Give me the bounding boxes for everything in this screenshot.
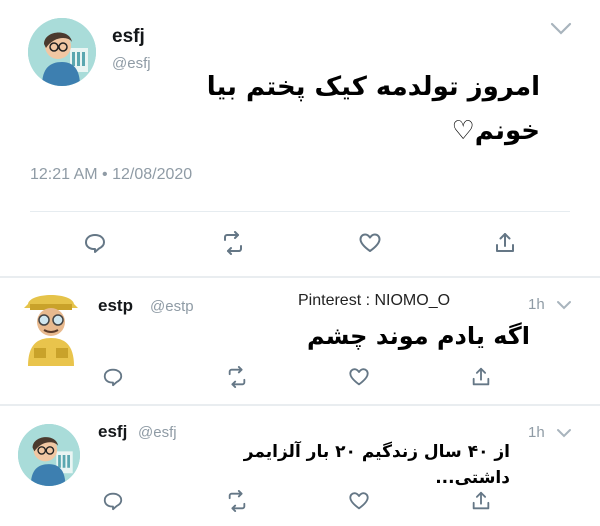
like-icon [359, 233, 381, 252]
retweet-icon [228, 366, 246, 388]
handle[interactable]: @esfj [112, 55, 151, 72]
reply-button[interactable] [98, 486, 128, 516]
retweet-button[interactable] [222, 486, 252, 516]
tweet-text-line-1: امروز تولدمه کیک پختم بیا [206, 72, 540, 102]
divider [30, 211, 570, 212]
reply-button[interactable] [80, 228, 110, 258]
chevron-down-icon[interactable] [556, 428, 572, 438]
tweet-text-line-1: از ۴۰ سال زندگیم ۲۰ بار آلزایمر [243, 442, 510, 462]
share-button[interactable] [466, 486, 496, 516]
avatar[interactable] [20, 290, 82, 366]
handle[interactable]: @esfj [138, 424, 177, 441]
share-button[interactable] [466, 362, 496, 392]
tweet-text: اگه یادم موند چشم [306, 322, 530, 350]
like-icon [349, 368, 369, 386]
reply-icon [85, 234, 105, 253]
chevron-down-icon[interactable] [550, 22, 572, 36]
share-button[interactable] [490, 228, 520, 258]
watermark-text: Pinterest : NIOMO_O [298, 292, 451, 309]
girl-with-glasses-avatar-icon [28, 18, 96, 86]
avatar[interactable] [28, 18, 96, 86]
retweet-button[interactable] [222, 362, 252, 392]
tweet-text-line-2: خونم♡ [451, 116, 541, 146]
retweet-button[interactable] [218, 228, 248, 258]
like-button[interactable] [344, 486, 374, 516]
like-icon [349, 492, 369, 510]
explorer-avatar-icon [24, 295, 78, 366]
display-name[interactable]: esfj [98, 422, 127, 442]
reply-button[interactable] [98, 362, 128, 392]
tweet-text-line-2: داشتی... [435, 468, 510, 488]
display-name[interactable]: esfj [112, 26, 145, 48]
handle[interactable]: @estp [150, 298, 194, 315]
retweet-icon [228, 490, 246, 512]
like-button[interactable] [355, 228, 385, 258]
reply-icon [103, 492, 123, 511]
time-ago[interactable]: 1h [528, 296, 545, 313]
timestamp[interactable]: 12:21 AM • 12/08/2020 [30, 166, 192, 184]
girl-with-glasses-avatar-icon [18, 424, 80, 486]
time-ago[interactable]: 1h [528, 424, 545, 441]
share-icon [496, 233, 514, 252]
chevron-down-icon[interactable] [556, 300, 572, 310]
avatar[interactable] [18, 424, 80, 486]
retweet-icon [224, 231, 242, 255]
share-icon [472, 491, 490, 510]
display-name[interactable]: estp [98, 296, 133, 316]
reply-tweet: estp @estp Pinterest : NIOMO_O 1h اگه یا… [0, 278, 600, 404]
like-button[interactable] [344, 362, 374, 392]
share-icon [472, 367, 490, 386]
main-tweet: esfj @esfj امروز تولدمه کیک پختم بیا خون… [0, 0, 600, 278]
reply-tweet: esfj @esfj 1h از ۴۰ سال زندگیم ۲۰ بار آل… [0, 406, 600, 526]
reply-icon [103, 368, 123, 387]
